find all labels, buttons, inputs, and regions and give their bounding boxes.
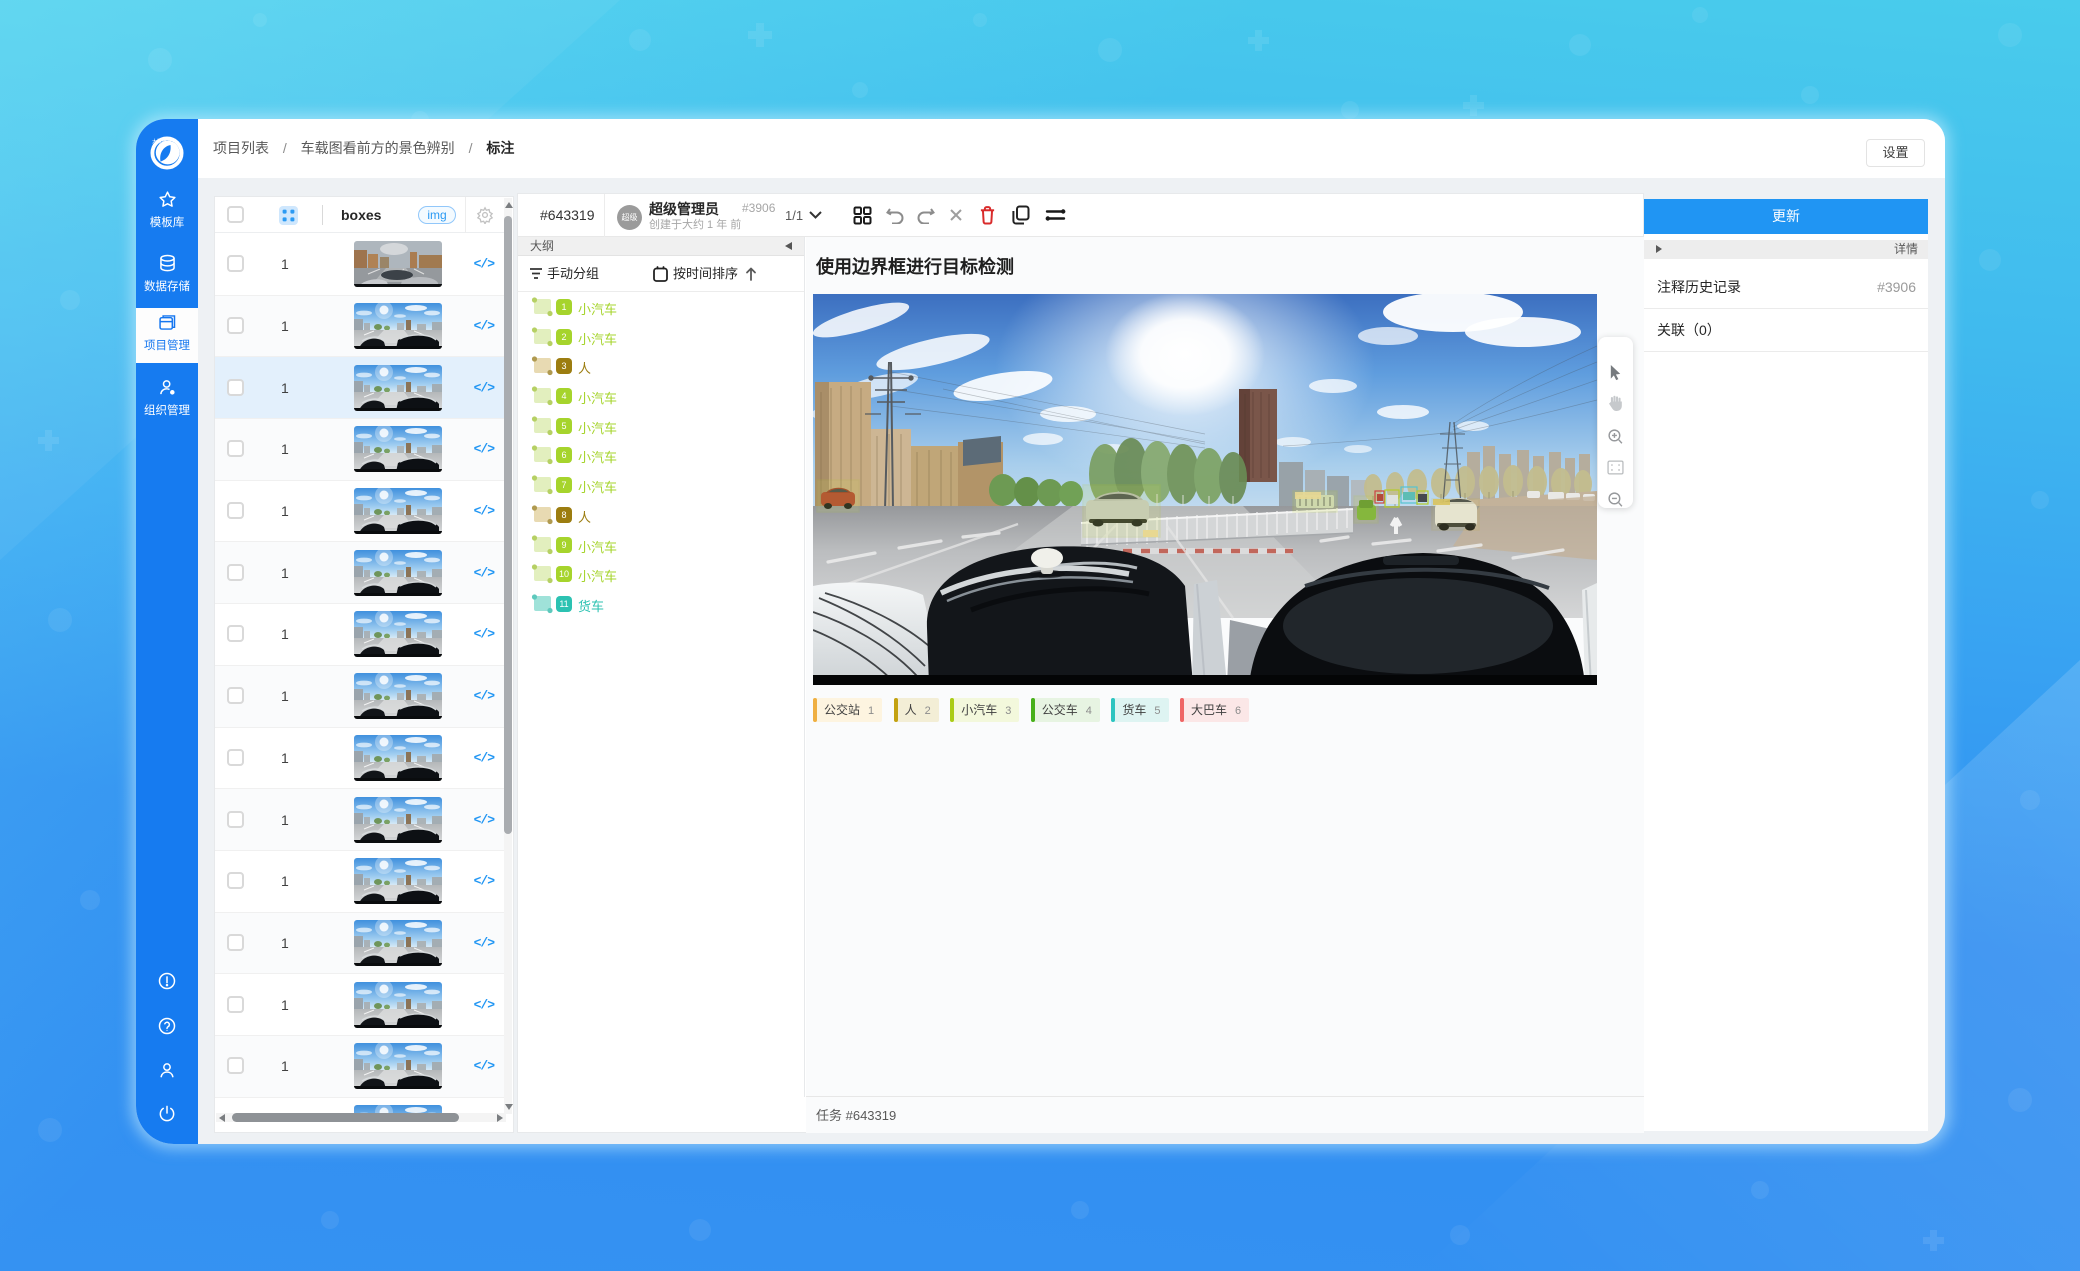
svg-text:大数据标注: 大数据标注 — [152, 138, 177, 145]
